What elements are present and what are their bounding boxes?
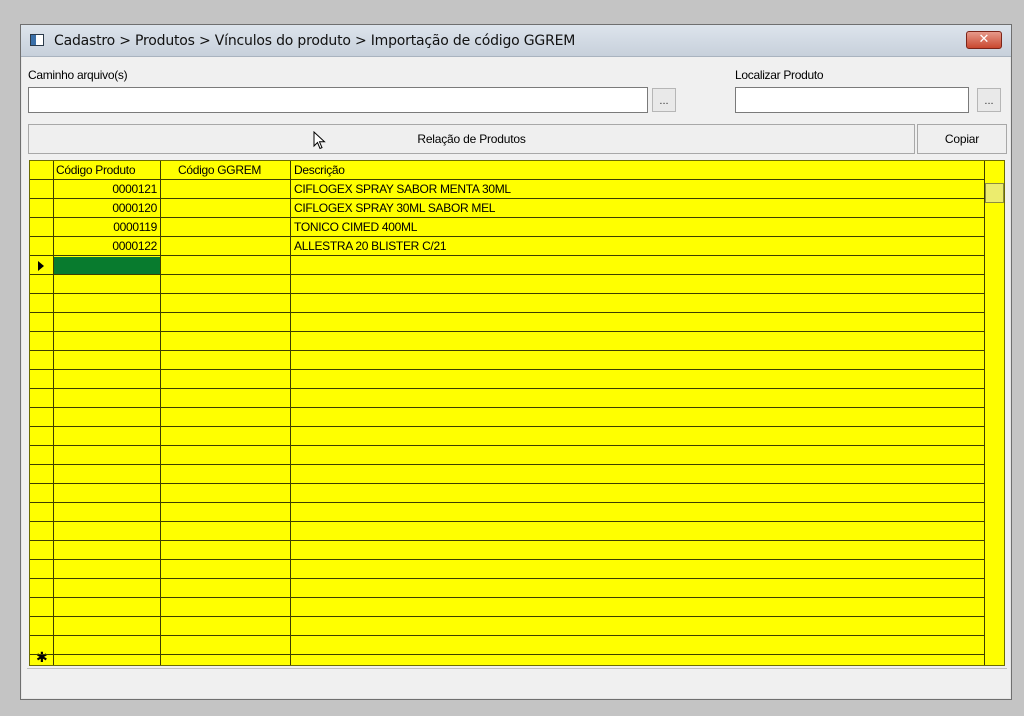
find-product-input[interactable] xyxy=(735,87,969,113)
cell-codigo-ggrem[interactable] xyxy=(163,218,287,236)
grid-row-line xyxy=(30,407,984,408)
cell-codigo-produto[interactable]: 0000119 xyxy=(54,218,157,236)
cell-descricao[interactable]: ALLESTRA 20 BLISTER C/21 xyxy=(294,237,974,255)
find-browse-button[interactable]: ... xyxy=(977,88,1001,112)
cell-codigo-ggrem[interactable] xyxy=(163,199,287,217)
path-input[interactable] xyxy=(28,87,648,113)
grid-row-line xyxy=(30,274,984,275)
current-cell[interactable] xyxy=(54,257,160,274)
cell-codigo-produto[interactable]: 0000120 xyxy=(54,199,157,217)
path-browse-button[interactable]: ... xyxy=(652,88,676,112)
column-header-codigo-produto[interactable]: Código Produto xyxy=(56,161,156,179)
grid-row-line xyxy=(30,255,984,256)
cell-descricao[interactable]: TONICO CIMED 400ML xyxy=(294,218,974,236)
grid-row-line xyxy=(30,445,984,446)
path-label: Caminho arquivo(s) xyxy=(28,68,128,82)
new-row-asterisk-icon: ✱ xyxy=(36,649,48,665)
main-window: Cadastro > Produtos > Vínculos do produt… xyxy=(20,24,1012,700)
grid-column-line xyxy=(160,161,161,665)
grid-row-line xyxy=(30,388,984,389)
products-grid[interactable]: Código Produto Código GGREM Descrição ✱ … xyxy=(29,160,1005,666)
grid-row-line xyxy=(30,521,984,522)
cell-descricao[interactable]: CIFLOGEX SPRAY SABOR MENTA 30ML xyxy=(294,180,974,198)
column-header-codigo-ggrem[interactable]: Código GGREM xyxy=(178,161,298,179)
grid-row-line xyxy=(30,331,984,332)
grid-row-line xyxy=(30,540,984,541)
grid-row-line xyxy=(30,293,984,294)
grid-row-line xyxy=(30,502,984,503)
find-product-label: Localizar Produto xyxy=(735,68,824,82)
window-title: Cadastro > Produtos > Vínculos do produt… xyxy=(54,33,576,49)
grid-row-line xyxy=(30,559,984,560)
grid-row-line xyxy=(30,350,984,351)
grid-row-line xyxy=(30,616,984,617)
grid-row-line xyxy=(30,426,984,427)
grid-row-line xyxy=(30,635,984,636)
relacao-produtos-button[interactable]: Relação de Produtos xyxy=(28,124,915,154)
copiar-button[interactable]: Copiar xyxy=(917,124,1007,154)
app-icon xyxy=(30,34,44,46)
mouse-pointer-icon xyxy=(313,131,326,150)
cell-codigo-produto[interactable]: 0000121 xyxy=(54,180,157,198)
status-bar xyxy=(27,668,1007,697)
cell-codigo-ggrem[interactable] xyxy=(163,237,287,255)
grid-row-line xyxy=(30,369,984,370)
cell-codigo-ggrem[interactable] xyxy=(163,180,287,198)
grid-right-edge xyxy=(984,161,985,665)
title-bar[interactable]: Cadastro > Produtos > Vínculos do produt… xyxy=(21,25,1011,57)
grid-row-line xyxy=(30,483,984,484)
cell-descricao[interactable]: CIFLOGEX SPRAY 30ML SABOR MEL xyxy=(294,199,974,217)
close-button[interactable]: ✕ xyxy=(966,31,1002,49)
cell-codigo-produto[interactable]: 0000122 xyxy=(54,237,157,255)
grid-row-line xyxy=(30,654,984,655)
grid-row-line xyxy=(30,597,984,598)
column-header-descricao[interactable]: Descrição xyxy=(294,161,494,179)
vertical-scrollbar[interactable] xyxy=(985,183,1004,203)
grid-column-line xyxy=(290,161,291,665)
grid-row-line xyxy=(30,312,984,313)
grid-row-line xyxy=(30,464,984,465)
grid-row-line xyxy=(30,578,984,579)
current-row-arrow-icon xyxy=(38,261,44,271)
